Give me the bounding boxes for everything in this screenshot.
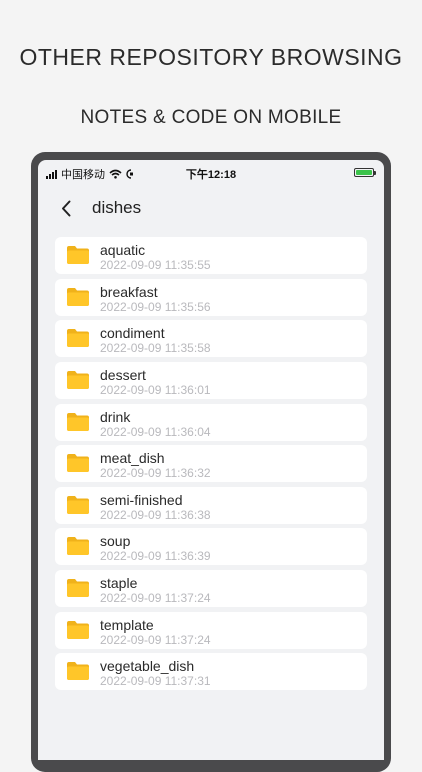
folder-date: 2022-09-09 11:37:24: [100, 632, 211, 647]
folder-name: staple: [100, 575, 138, 592]
folder-icon: [67, 579, 89, 598]
folder-row-semi-finished[interactable]: semi-finished 2022-09-09 11:36:38: [55, 486, 367, 524]
folder-icon: [67, 370, 89, 389]
folder-row-template[interactable]: template 2022-09-09 11:37:24: [55, 611, 367, 649]
folder-name: condiment: [100, 325, 165, 342]
nav-bar: dishes: [38, 184, 384, 234]
folder-date: 2022-09-09 11:36:04: [100, 424, 211, 439]
folder-name: soup: [100, 533, 131, 550]
folder-icon: [67, 454, 89, 473]
folder-name: breakfast: [100, 283, 158, 300]
folder-row-aquatic[interactable]: aquatic 2022-09-09 11:35:55: [55, 237, 367, 274]
status-bar: 中国移动 下午12:18: [38, 160, 384, 184]
battery-icon: [354, 168, 376, 177]
folder-date: 2022-09-09 11:36:01: [100, 382, 211, 397]
folder-icon: [67, 620, 89, 639]
folder-icon: [67, 495, 89, 514]
folder-date: 2022-09-09 11:37:24: [100, 591, 211, 606]
folder-date: 2022-09-09 11:35:55: [100, 258, 211, 272]
folder-date: 2022-09-09 11:37:31: [100, 674, 211, 689]
status-time: 下午12:18: [185, 169, 237, 181]
folder-date: 2022-09-09 11:36:39: [100, 549, 211, 564]
folder-icon: [67, 287, 89, 306]
folder-date: 2022-09-09 11:35:56: [100, 299, 211, 314]
folder-icon: [67, 329, 89, 348]
back-button[interactable]: [58, 198, 74, 218]
folder-name: semi-finished: [100, 491, 183, 508]
folder-name: drink: [100, 408, 131, 425]
folder-date: 2022-09-09 11:35:58: [100, 341, 211, 356]
folder-name: template: [100, 616, 154, 633]
folder-name: vegetable_dish: [100, 658, 195, 675]
folder-name: meat_dish: [100, 450, 165, 467]
page-title: dishes: [92, 198, 142, 217]
folder-row-dessert[interactable]: dessert 2022-09-09 11:36:01: [55, 361, 367, 399]
folder-icon: [67, 246, 89, 264]
folder-date: 2022-09-09 11:36:38: [100, 507, 211, 522]
folder-icon: [67, 537, 89, 556]
folder-row-breakfast[interactable]: breakfast 2022-09-09 11:35:56: [55, 278, 367, 316]
file-list: aquatic 2022-09-09 11:35:55 breakfast 20…: [55, 237, 367, 695]
folder-row-staple[interactable]: staple 2022-09-09 11:37:24: [55, 570, 367, 608]
chevron-left-icon: [62, 200, 71, 216]
folder-row-soup[interactable]: soup 2022-09-09 11:36:39: [55, 528, 367, 566]
folder-row-meat-dish[interactable]: meat_dish 2022-09-09 11:36:32: [55, 445, 367, 483]
folder-name: dessert: [100, 366, 146, 383]
folder-date: 2022-09-09 11:36:32: [100, 466, 211, 481]
promo-subtitle: NOTES & CODE ON MOBILE: [80, 107, 342, 128]
promo-title: OTHER REPOSITORY BROWSING: [19, 44, 403, 70]
folder-row-vegetable-dish[interactable]: vegetable_dish 2022-09-09 11:37:31: [55, 653, 367, 691]
folder-row-drink[interactable]: drink 2022-09-09 11:36:04: [55, 403, 367, 441]
phone-screen: 中国移动 下午12:18 dishes aquatic 2022-09-09 1…: [38, 160, 384, 760]
folder-row-condiment[interactable]: condiment 2022-09-09 11:35:58: [55, 320, 367, 358]
folder-icon: [67, 662, 89, 681]
folder-name: aquatic: [100, 242, 146, 258]
folder-icon: [67, 412, 89, 431]
